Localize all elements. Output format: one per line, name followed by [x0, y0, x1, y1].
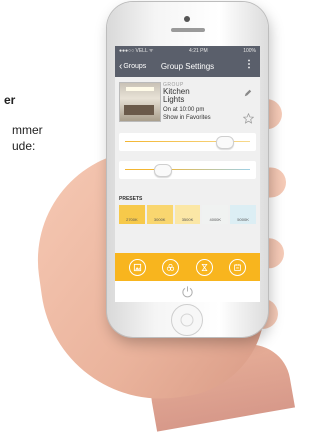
- earpiece-speaker: [171, 28, 205, 32]
- color-temperature-slider[interactable]: [119, 161, 256, 179]
- phone-screen: ●●●○○ VELL ᯤ 4:21 PM 100% ‹ Groups Group…: [115, 46, 260, 302]
- back-button[interactable]: ‹ Groups: [115, 61, 146, 72]
- power-icon[interactable]: [181, 285, 194, 298]
- background-page-text: er mmer ude:: [0, 92, 70, 154]
- star-outline-icon[interactable]: [243, 113, 254, 124]
- presets-row: 2700K 3000K 3500K 4000K 5000K: [119, 205, 256, 224]
- picture-frame-icon[interactable]: [129, 258, 147, 276]
- presets-label: PRESETS: [119, 196, 143, 202]
- color-temperature-slider-track: [125, 169, 250, 170]
- group-settings-content: GROUP Kitchen Lights On at 10:00 pm Show…: [115, 77, 260, 253]
- group-info-row: GROUP Kitchen Lights On at 10:00 pm Show…: [115, 77, 260, 125]
- navigation-bar: ‹ Groups Group Settings ⋮: [115, 55, 260, 77]
- brightness-slider-handle[interactable]: [216, 136, 234, 149]
- schedule-icon[interactable]: [228, 258, 246, 276]
- show-in-favorites-label: Show in Favorites: [163, 115, 211, 121]
- status-time: 4:21 PM: [189, 47, 208, 54]
- status-bar: ●●●○○ VELL ᯤ 4:21 PM 100%: [115, 46, 260, 55]
- brightness-slider[interactable]: [119, 133, 256, 151]
- preset-swatch[interactable]: 4000K: [202, 205, 229, 224]
- preset-swatch[interactable]: 5000K: [230, 205, 256, 224]
- battery-level: 100%: [243, 47, 256, 54]
- background-text-fragment: mmer: [12, 123, 43, 137]
- group-photo-thumbnail[interactable]: [119, 82, 161, 122]
- group-name: Kitchen Lights: [163, 87, 190, 104]
- chevron-left-icon: ‹: [119, 60, 123, 72]
- more-vertical-icon[interactable]: ⋮: [244, 60, 254, 70]
- smartphone: ●●●○○ VELL ᯤ 4:21 PM 100% ‹ Groups Group…: [107, 2, 268, 337]
- back-button-label: Groups: [123, 62, 147, 70]
- bottom-action-bar: [115, 253, 260, 281]
- home-button[interactable]: [171, 304, 203, 336]
- background-text-fragment: ude:: [12, 139, 36, 153]
- color-temperature-slider-handle[interactable]: [153, 164, 172, 177]
- preset-swatch[interactable]: 3500K: [174, 205, 201, 224]
- pencil-icon[interactable]: [244, 89, 252, 97]
- background-heading-fragment: er: [4, 93, 16, 107]
- power-area: [115, 281, 260, 302]
- preset-swatch[interactable]: 2700K: [119, 205, 145, 224]
- hourglass-icon[interactable]: [195, 258, 213, 276]
- carrier-signal: ●●●○○ VELL ᯤ: [119, 47, 154, 54]
- preset-swatch[interactable]: 3000K: [146, 205, 173, 224]
- front-camera: [184, 16, 190, 22]
- scenes-circles-icon[interactable]: [162, 258, 180, 276]
- group-schedule-text: On at 10:00 pm: [163, 107, 205, 113]
